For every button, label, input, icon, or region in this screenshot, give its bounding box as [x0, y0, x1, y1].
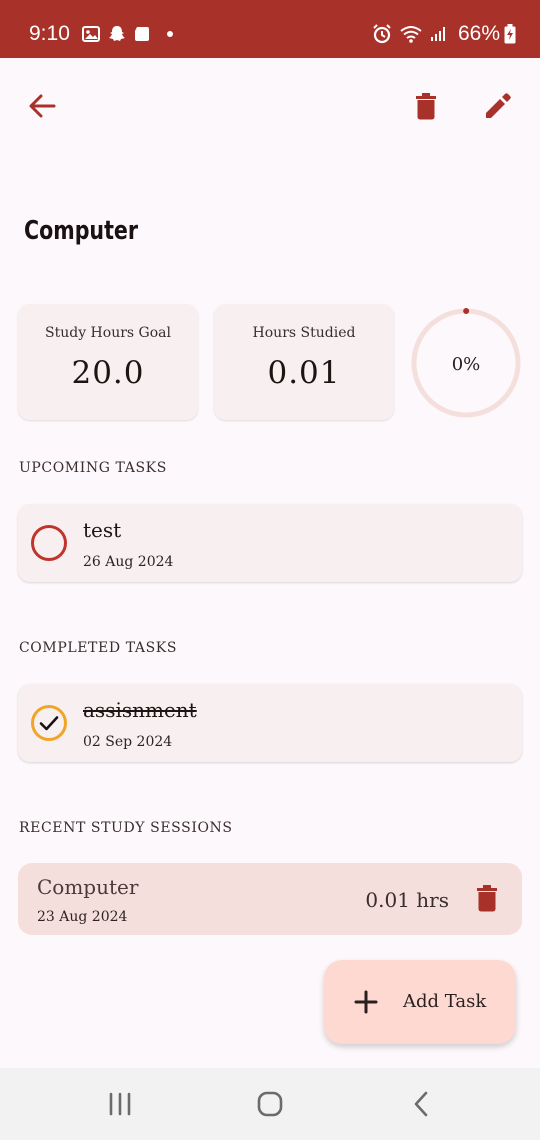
status-bar: 9:10 66%: [0, 0, 540, 58]
recents-icon[interactable]: [108, 1092, 132, 1116]
status-left-icons: [82, 25, 176, 43]
studied-label: Hours Studied: [252, 325, 356, 341]
page-title: Computer: [24, 216, 139, 246]
signal-icon: [431, 27, 445, 41]
sessions-section-title: RECENT STUDY SESSIONS: [19, 820, 233, 836]
add-task-button[interactable]: Add Task: [324, 960, 516, 1044]
status-right-icons: [372, 24, 448, 44]
gallery-icon: [82, 26, 100, 42]
status-time: 9:10: [29, 22, 70, 45]
battery-percent: 66%: [457, 22, 500, 45]
completed-task-title: assisnment: [83, 698, 197, 722]
battery-icon: [504, 24, 516, 44]
studied-card: Hours Studied 0.01: [214, 304, 394, 420]
task-card[interactable]: test 26 Aug 2024: [18, 504, 522, 582]
task-uncheck-icon[interactable]: [30, 524, 68, 562]
dot-icon: [167, 31, 173, 37]
alarm-icon: [373, 24, 391, 44]
task-checked-icon[interactable]: [30, 704, 68, 742]
goal-label: Study Hours Goal: [45, 325, 171, 341]
task-date: 26 Aug 2024: [83, 554, 174, 570]
task-title: test: [83, 518, 122, 542]
home-icon[interactable]: [257, 1091, 283, 1117]
goal-value: 20.0: [71, 355, 145, 391]
trash-icon[interactable]: [414, 92, 438, 120]
add-task-label: Add Task: [403, 991, 487, 1012]
goal-card: Study Hours Goal 20.0: [18, 304, 198, 420]
wifi-icon: [400, 26, 422, 43]
notification-icon: [135, 27, 149, 41]
completed-task-date: 02 Sep 2024: [83, 734, 173, 750]
back-nav-icon[interactable]: [412, 1091, 430, 1117]
completed-task-card[interactable]: assisnment 02 Sep 2024: [18, 684, 522, 762]
progress-ring-indicator: [463, 308, 470, 315]
upcoming-section-title: UPCOMING TASKS: [19, 460, 167, 476]
progress-percent: 0%: [451, 354, 481, 375]
session-date: 23 Aug 2024: [37, 909, 128, 925]
plus-icon: [354, 990, 378, 1014]
studied-value: 0.01: [267, 355, 341, 391]
snapchat-icon: [109, 26, 125, 41]
session-card: Computer 23 Aug 2024 0.01 hrs: [18, 863, 522, 935]
completed-section-title: COMPLETED TASKS: [19, 640, 178, 656]
session-duration: 0.01 hrs: [365, 888, 449, 912]
arrow-back-icon[interactable]: [28, 94, 56, 118]
session-trash-icon[interactable]: [476, 884, 498, 912]
session-subject: Computer: [37, 875, 139, 899]
pencil-icon[interactable]: [484, 92, 512, 120]
system-nav-bar: [0, 1068, 540, 1140]
